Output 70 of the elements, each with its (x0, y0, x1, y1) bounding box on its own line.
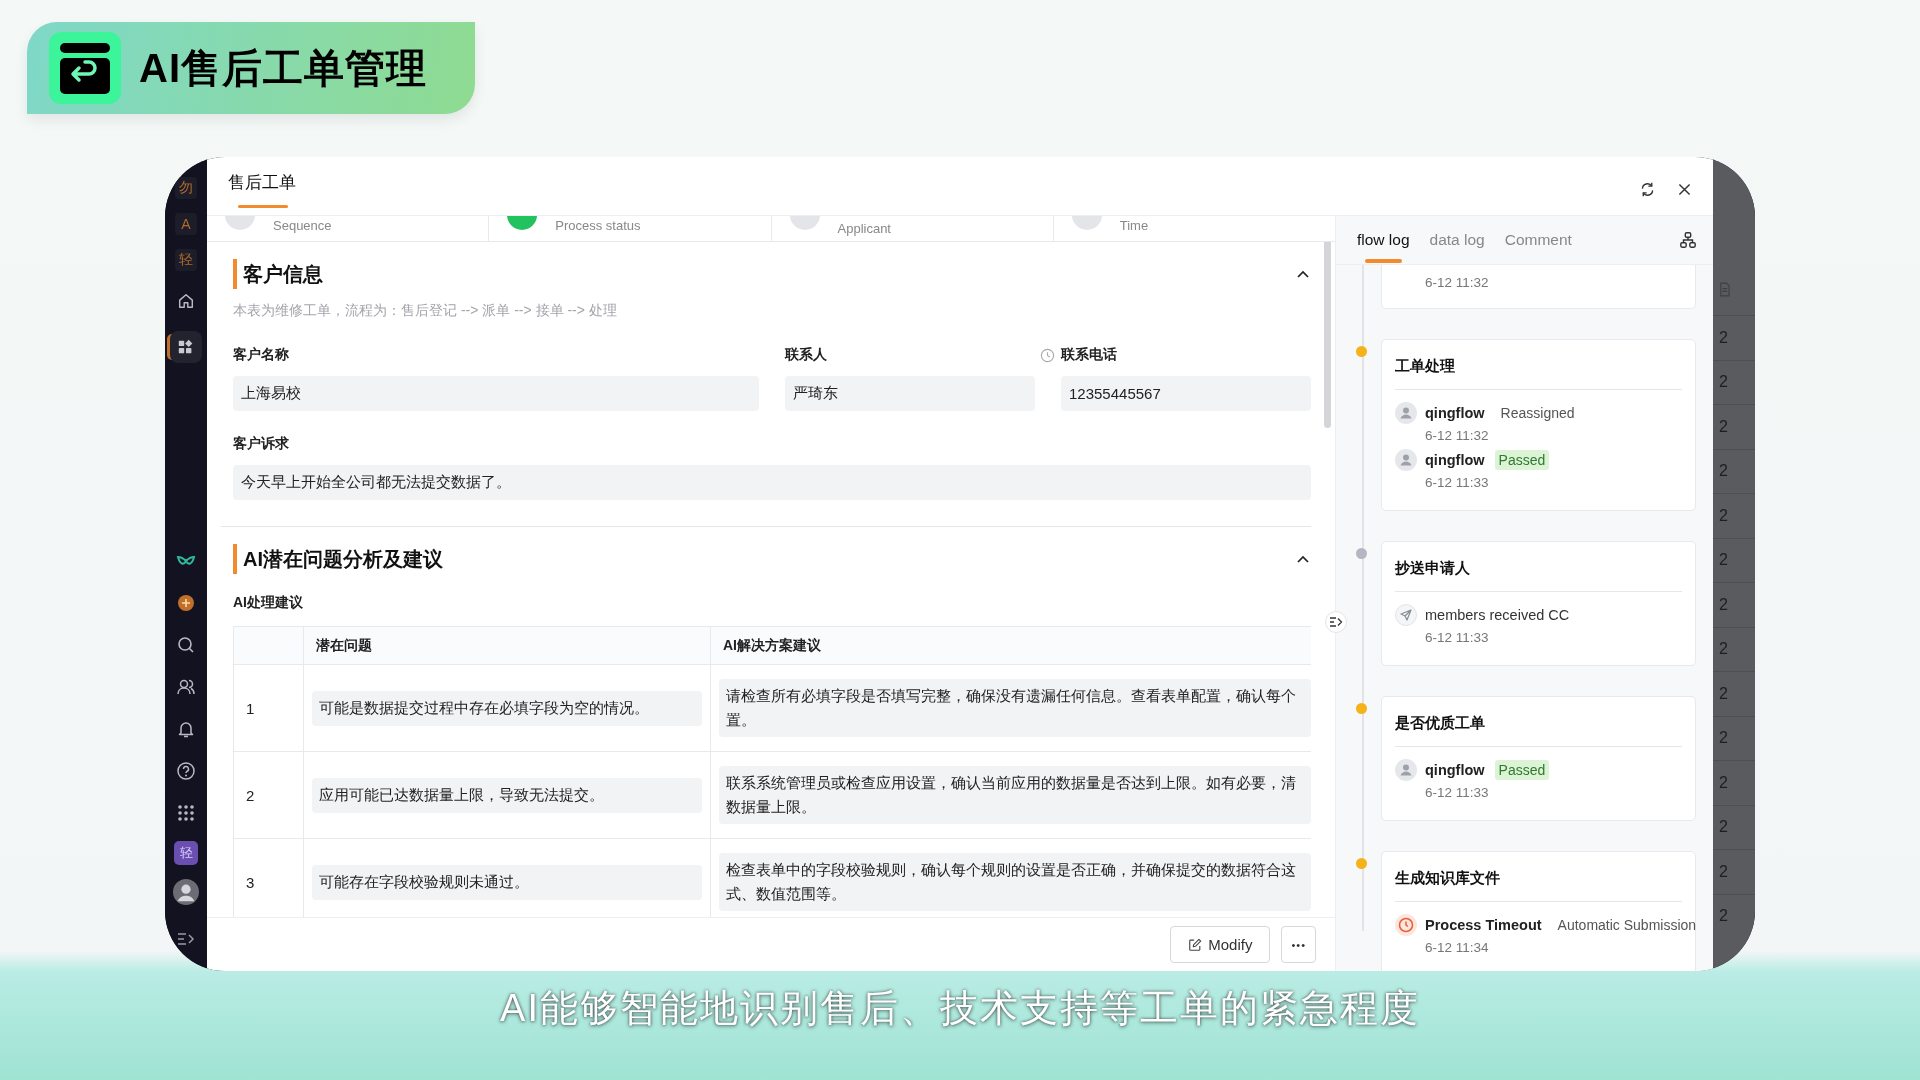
timestamp: 6-12 11:33 (1425, 785, 1490, 800)
column-header: AI解决方案建议 (723, 636, 821, 655)
timestamp: 6-12 11:32 (1425, 275, 1490, 290)
column-header: 潜在问题 (316, 636, 372, 655)
section-title: 客户信息 (233, 259, 323, 289)
table-cell: 应用可能已达数据量上限，导致无法提交。 (312, 777, 702, 813)
table-cell: 2 (1713, 448, 1755, 493)
input-field[interactable]: 上海易校 (233, 376, 759, 411)
app-shortcut[interactable]: 轻 (175, 249, 197, 271)
app-shortcut[interactable]: 勿 (175, 177, 197, 199)
timestamp: 6-12 11:33 (1425, 475, 1490, 490)
user-name: qingflow (1425, 405, 1485, 421)
log-text: members received CC (1425, 607, 1571, 623)
card-title: 工单处理 (1395, 357, 1456, 376)
table-cell: 2 (1713, 359, 1755, 404)
user-name: Process Timeout (1425, 917, 1542, 933)
video-caption: AI能够智能地识别售后、技术支持等工单的紧急程度 (499, 986, 1421, 1031)
table-cell: 2 (1713, 315, 1755, 360)
field-label: AI处理建议 (233, 594, 304, 612)
field-label: 客户名称 (233, 346, 289, 364)
timestamp: 6-12 11:32 (1425, 428, 1490, 443)
user-name: qingflow (1425, 452, 1485, 468)
table-cell: 检查表单中的字段校验规则，确认每个规则的设置是否正确，并确保提交的数据符合这 式、数值范围等。 (719, 853, 1311, 911)
table-cell: 请检查所有必填字段是否填写完整，确保没有遗漏任何信息。查看表单配置，确认每个 置。 (719, 679, 1311, 737)
more-button[interactable]: ••• (1281, 926, 1316, 963)
timestamp: 6-12 11:34 (1425, 940, 1490, 955)
table-cell: 2 (1713, 493, 1755, 538)
modify-button[interactable]: Modify (1170, 926, 1271, 963)
table-cell: 2 (1713, 760, 1755, 805)
table-cell: 2 (1713, 804, 1755, 849)
table-cell: 2 (1713, 849, 1755, 894)
table-cell: 可能存在字段校验规则未通过。 (312, 864, 702, 900)
card-title: 抄送申请人 (1395, 559, 1471, 578)
table-cell: 2 (1713, 626, 1755, 671)
action-text: Automatic Submission (1556, 917, 1697, 933)
table-cell: 2 (1713, 537, 1755, 582)
status-tag: Passed (1494, 760, 1550, 780)
table-cell: 2 (1713, 671, 1755, 716)
banner-title: AI售后工单管理 (139, 44, 427, 92)
row-number: 3 (246, 873, 255, 891)
field-label: 联系人 (785, 346, 827, 364)
log-tab[interactable]: flow log (1357, 216, 1410, 264)
input-field[interactable]: 严琦东 (785, 376, 1035, 411)
app-shortcut[interactable]: A (175, 213, 197, 235)
card-title: 生成知识库文件 (1395, 869, 1501, 888)
step-label: Time (1119, 218, 1149, 233)
field-label: 联系电话 (1061, 346, 1117, 364)
step-label: Process status (555, 218, 641, 233)
workspace-badge[interactable]: 轻 (174, 841, 198, 865)
action-text: Reassigned (1499, 405, 1575, 421)
table-cell: 2 (1713, 582, 1755, 627)
table-cell: 2 (1713, 893, 1755, 938)
field-label: 客户诉求 (233, 435, 290, 453)
user-name: qingflow (1425, 762, 1485, 778)
table-cell: 可能是数据提交过程中存在必填字段为空的情况。 (312, 690, 702, 726)
row-number: 2 (246, 786, 255, 804)
row-number: 1 (246, 699, 255, 717)
input-field[interactable]: 今天早上开始全公司都无法提交数据了。 (233, 465, 1311, 500)
card-title: 是否优质工单 (1395, 714, 1486, 733)
table-cell: 2 (1713, 715, 1755, 760)
step-label: Sequence (273, 218, 332, 233)
step-label: Applicant (837, 221, 891, 236)
table-cell: 联系系统管理员或检查应用设置，确认当前应用的数据量是否达到上限。如有必要，清 数据量上限。 (719, 766, 1311, 824)
timestamp: 6-12 11:33 (1425, 630, 1490, 645)
status-tag: Passed (1494, 450, 1550, 470)
section-title: AI潜在问题分析及建议 (233, 544, 443, 574)
table-cell: 2 (1713, 404, 1755, 449)
dialog-title: 售后工单 (228, 172, 296, 208)
form-description: 本表为维修工单，流程为：售后登记 --> 派单 --> 接单 --> 处理 (233, 302, 618, 320)
input-field[interactable]: 12355445567 (1061, 376, 1311, 411)
